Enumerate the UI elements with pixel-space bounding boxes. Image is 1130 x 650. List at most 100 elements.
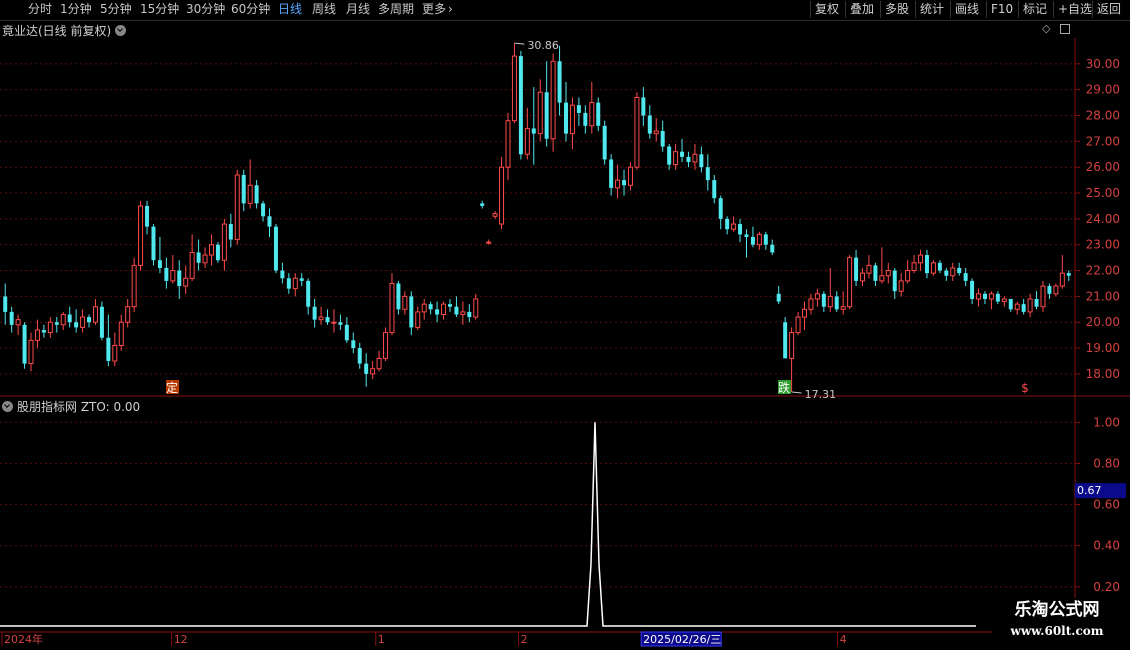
candle-body-up [808, 298, 814, 310]
price-axis: 18.00 19.00 20.00 21.00 22.00 23.00 24.00 25.00… [1075, 57, 1126, 594]
candle-body-up [814, 293, 820, 300]
candle-body-down [963, 273, 968, 281]
candle-body-down [1008, 298, 1013, 310]
candle-body-down [776, 293, 781, 302]
candle-body-down [982, 293, 987, 299]
candle-body-down [647, 115, 652, 134]
candle-body-down [564, 102, 569, 134]
candle-body-down [995, 293, 1000, 302]
candle-body-up [402, 295, 408, 310]
candle-body-down [970, 280, 975, 299]
candle-body-up [673, 151, 679, 166]
candle-body-up [653, 130, 659, 135]
candle-body-down [557, 61, 562, 103]
candle-body-up [905, 270, 911, 282]
candle-body-down [744, 234, 749, 237]
candle-body-down [3, 296, 8, 312]
candle-body-down [712, 180, 717, 199]
candle-body-up [950, 267, 956, 277]
candle-body-up [1001, 298, 1007, 303]
candle-body-down [834, 296, 839, 310]
date-tick-label: 2 [521, 633, 528, 646]
candle-body-down [770, 244, 775, 253]
candle-body-up [569, 104, 575, 135]
candle-body-down [944, 270, 949, 276]
candle-body-down [325, 317, 330, 323]
indicator-tick-label: 0.60 [1093, 498, 1120, 512]
zto-series-line [0, 422, 976, 627]
signal-marker: $ [1021, 381, 1029, 395]
price-tick-label: 30.00 [1086, 57, 1120, 71]
candle-body-down [241, 174, 246, 204]
candle-body-down [312, 306, 317, 320]
candle-body-down [254, 185, 259, 204]
candle-body-up [840, 306, 846, 310]
candle-body-up [1059, 272, 1065, 287]
candle-body-down [544, 92, 549, 139]
candle-body-up [138, 205, 144, 266]
candle-body-up [1014, 303, 1020, 310]
candle-body-down [145, 205, 150, 227]
candle-body-down [228, 224, 233, 240]
date-tick-label: 12 [174, 633, 188, 646]
candle-body-down [267, 216, 272, 227]
indicator-tick-label: 0.40 [1093, 539, 1120, 553]
candle-body-down [957, 267, 962, 274]
candle-body-down [725, 218, 730, 230]
candle-body-up [421, 303, 427, 313]
candle-body-down [177, 270, 182, 287]
candle-body-down [892, 270, 897, 292]
candle-body-up [1027, 298, 1033, 313]
candle-body-down [873, 265, 878, 281]
date-tick-label: 2024年 [4, 632, 43, 646]
candle-body-down [821, 293, 826, 307]
candle-body-down [854, 257, 859, 281]
candle-body-up [885, 270, 891, 277]
signal-marker: 定 [166, 380, 178, 395]
date-tick-label: 1 [378, 633, 385, 646]
candle-body-down [164, 267, 169, 281]
candle-body-up [80, 316, 86, 328]
indicator-chart [0, 422, 976, 627]
candle-body-up [615, 179, 621, 189]
candle-body-down [686, 156, 691, 163]
candle-body-up [789, 332, 795, 359]
price-tick-label: 24.00 [1086, 212, 1120, 226]
candle-body-down [54, 322, 59, 325]
candle-body-up [879, 275, 885, 282]
candle-body-down [74, 322, 79, 328]
candle-body-down [151, 226, 156, 261]
price-tick-label: 28.00 [1086, 109, 1120, 123]
candle-body-down [1034, 298, 1039, 307]
candle-body-down [602, 125, 607, 160]
candle-body-up [47, 321, 53, 334]
candle-body-up [383, 332, 389, 359]
candle-body-down [622, 180, 627, 186]
candle-body-up [692, 153, 698, 163]
low-price-label: 17.31 [805, 388, 837, 401]
candle-body-down [467, 311, 472, 318]
candle-body-up [911, 262, 917, 272]
candle-body-down [750, 236, 755, 245]
candle-body-down [924, 255, 929, 274]
candle-body-down [447, 304, 452, 307]
candle-body-down [344, 324, 349, 341]
price-tick-label: 18.00 [1086, 367, 1120, 381]
candle-body-up [318, 316, 324, 321]
candle-body-down [409, 296, 414, 328]
price-tick-label: 22.00 [1086, 264, 1120, 278]
date-tick-label: 4 [840, 633, 847, 646]
high-price-label: 30.86 [527, 39, 559, 52]
candle-body-up [208, 244, 214, 256]
candle-body-down [583, 112, 588, 126]
candle-body-up [1040, 285, 1046, 308]
candle-body-down [518, 56, 523, 155]
candle-body-up [918, 254, 924, 264]
candle-body-up [221, 223, 227, 261]
high-marker-arrow [514, 42, 525, 45]
candle-body-down [9, 311, 14, 325]
candle-body-up [589, 102, 595, 127]
kline-chart: 18.0019.0020.0021.0022.0023.0024.0025.00… [0, 38, 1130, 647]
date-cursor-label: 2025/02/26/三 [643, 633, 721, 646]
indicator-tick-label: 0.20 [1093, 580, 1120, 594]
